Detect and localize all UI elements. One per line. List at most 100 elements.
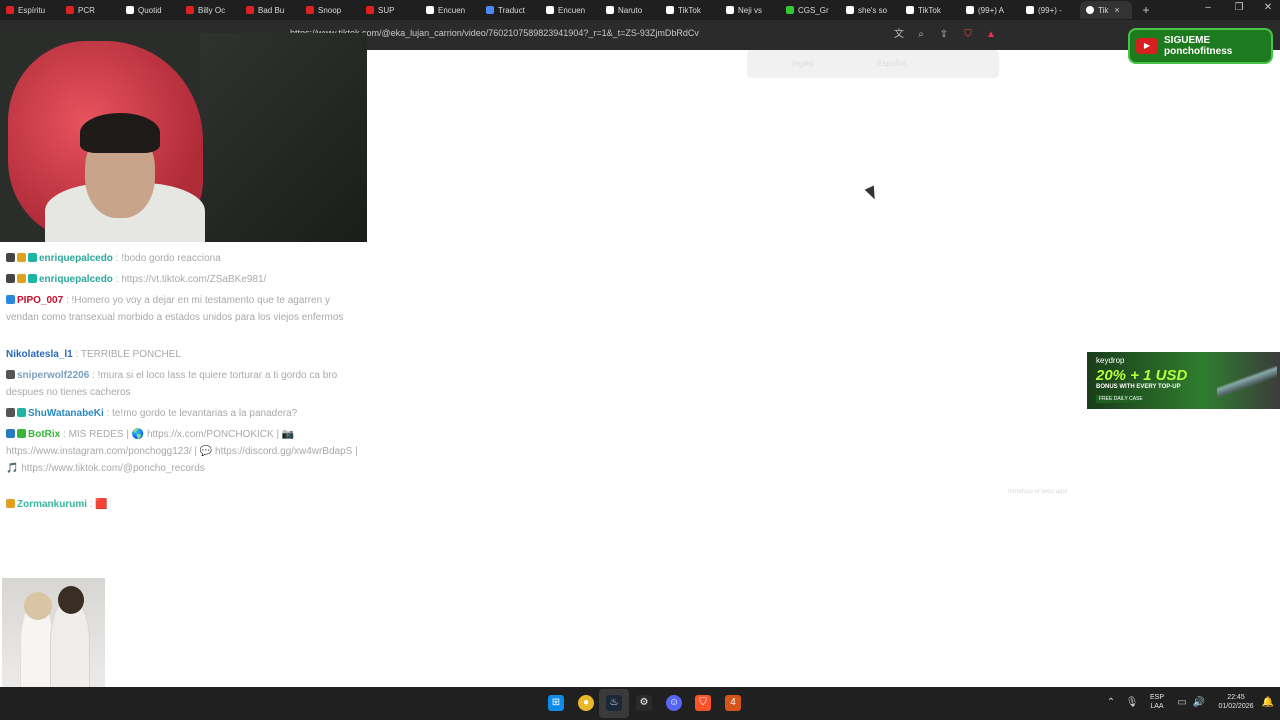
chat-badge-icon	[17, 253, 26, 262]
chat-username[interactable]: enriquepalcedo	[39, 253, 113, 264]
browser-tab-strip: Espíritu PCR Quotid Billy Oc Bad Bu Snoop SUP E…	[0, 0, 1280, 20]
tab-favicon-icon	[966, 6, 974, 14]
browser-tab[interactable]: Bad Bu	[240, 1, 300, 19]
person-left-head	[24, 592, 52, 620]
tab-favicon-icon	[846, 6, 854, 14]
clock-date: 01/02/2026	[1218, 703, 1254, 710]
tab-favicon-icon	[906, 6, 914, 14]
close-tab-icon[interactable]: ×	[1114, 5, 1119, 15]
minimize-button[interactable]: –	[1200, 2, 1216, 13]
ad-daily-case: FREE DAILY CASE	[1096, 395, 1146, 403]
network-icon[interactable]: ▭	[1174, 695, 1190, 711]
chrome-icon[interactable]: ●	[578, 695, 594, 711]
language-code: ESP	[1149, 694, 1164, 701]
discord-icon[interactable]: ☺	[666, 695, 682, 711]
chat-username[interactable]: BotRix	[28, 429, 60, 440]
restore-button[interactable]: ❐	[1231, 2, 1247, 13]
youtube-icon: ▶	[1136, 38, 1158, 54]
tab-label: Tik	[1098, 5, 1109, 15]
browser-tab[interactable]: Naruto	[600, 1, 660, 19]
windows-start-icon[interactable]: ⊞	[548, 695, 564, 711]
chat-badge-icon	[6, 429, 15, 438]
browser-tab[interactable]: Snoop	[300, 1, 360, 19]
target-language[interactable]: Español	[877, 59, 906, 68]
close-window-button[interactable]: ✕	[1260, 2, 1276, 13]
notification-icon[interactable]: 🔔	[1260, 695, 1276, 711]
steam-icon[interactable]: ♨	[606, 695, 622, 711]
chat-text: : !bodo gordo reacciona	[115, 253, 221, 264]
tab-label: Encuen	[438, 5, 466, 15]
chat-username[interactable]: ShuWatanabeKi	[28, 408, 104, 419]
browser-tab[interactable]: Neji vs	[720, 1, 780, 19]
chat-username[interactable]: enriquepalcedo	[39, 274, 113, 285]
chat-username[interactable]: Nikolatesla_l1	[6, 349, 73, 360]
chat-badge-icon	[6, 253, 15, 262]
tab-favicon-icon	[186, 6, 194, 14]
tray-chevron-icon[interactable]: ⌃	[1103, 695, 1119, 711]
browser-tab[interactable]: Encuen	[540, 1, 600, 19]
tab-label: TikTok	[678, 5, 701, 15]
zoom-icon[interactable]: ⌕	[915, 29, 927, 41]
browser-tab[interactable]: (99+) A	[960, 1, 1020, 19]
browser-tab[interactable]: PCR	[60, 1, 120, 19]
active-tab[interactable]: Tik ×	[1080, 1, 1132, 19]
new-tab-button[interactable]: +	[1138, 3, 1154, 17]
browser-tab[interactable]: Espíritu	[0, 1, 60, 19]
browser-tab[interactable]: SUP	[360, 1, 420, 19]
tab-label: Traduct	[498, 5, 525, 15]
browser-tab[interactable]: Traduct	[480, 1, 540, 19]
chat-badge-icon	[17, 274, 26, 283]
tab-label: she's so	[858, 5, 888, 15]
chat-message: PIPO_007 : !Homero yo voy a dejar en mi …	[6, 292, 362, 326]
streamer-hair	[80, 113, 160, 153]
tab-favicon-icon	[546, 6, 554, 14]
tab-favicon-icon	[66, 6, 74, 14]
translate-icon[interactable]: 文	[893, 29, 905, 41]
brave-rewards-icon[interactable]: ▲	[985, 29, 997, 41]
browser-tab[interactable]: TikTok	[660, 1, 720, 19]
microphone-icon[interactable]: 🎙	[1124, 695, 1140, 711]
ad-brand: keydrop	[1096, 356, 1125, 365]
taskbar: ⊞ ● ♨ ⚙ ☺ ⛉ 4 ⌃ 🎙 ESP LAA ▭ 🔊 22:45 01/0…	[0, 687, 1280, 720]
tab-favicon-icon	[486, 6, 494, 14]
chat-message: ShuWatanabeKi : te!mo gordo te levantari…	[6, 405, 362, 422]
screen: Espíritu PCR Quotid Billy Oc Bad Bu Snoop SUP E…	[0, 0, 1280, 720]
share-icon[interactable]: ⇪	[938, 29, 950, 41]
chat-username[interactable]: PIPO_007	[17, 295, 63, 306]
browser-tab[interactable]: Encuen	[420, 1, 480, 19]
tab-label: (99+) A	[978, 5, 1005, 15]
chat-badge-icon	[6, 370, 15, 379]
chat-message: BotRix : MIS REDES | 🌎 https://x.com/PON…	[6, 426, 362, 477]
tab-label: Naruto	[618, 5, 643, 15]
clock[interactable]: 22:45 01/02/2026	[1210, 693, 1262, 711]
chat-text: : https://vt.tiktok.com/ZSaBKe981/	[115, 274, 267, 285]
chat-message: enriquepalcedo : https://vt.tiktok.com/Z…	[6, 271, 362, 288]
volume-icon[interactable]: 🔊	[1191, 695, 1207, 711]
chat-username[interactable]: sniperwolf2206	[17, 370, 89, 381]
language-indicator[interactable]: ESP LAA	[1148, 693, 1166, 711]
browser-tab[interactable]: Billy Oc	[180, 1, 240, 19]
keydrop-ad-banner[interactable]: keydrop 20% + 1 USD BONUS WITH EVERY TOP…	[1087, 352, 1280, 409]
tab-label: PCR	[78, 5, 95, 15]
browser-tab[interactable]: TikTok	[900, 1, 960, 19]
browser-tab[interactable]: she's so	[840, 1, 900, 19]
person-right-head	[58, 586, 84, 614]
steam-alt-icon[interactable]: ⚙	[636, 695, 652, 711]
source-language[interactable]: Inglés	[792, 59, 813, 68]
tab-favicon-icon	[126, 6, 134, 14]
browser-tab[interactable]: (99+) -	[1020, 1, 1080, 19]
tab-favicon-icon	[726, 6, 734, 14]
follow-badge: ▶ SIGUEME ponchofitness	[1128, 28, 1273, 64]
chat-username[interactable]: Zormankurumi	[17, 499, 87, 510]
tab-favicon-icon	[426, 6, 434, 14]
chat-message: Zormankurumi : 🟥	[6, 496, 362, 513]
chat-badge-icon	[6, 274, 15, 283]
brave-icon[interactable]: ⛉	[695, 695, 711, 711]
tab-favicon-icon	[366, 6, 374, 14]
browser-tab[interactable]: CGS_Gr	[780, 1, 840, 19]
tab-favicon-icon	[6, 6, 14, 14]
ad-headline: 20% + 1 USD	[1096, 367, 1188, 384]
app-4-icon[interactable]: 4	[725, 695, 741, 711]
brave-shield-icon[interactable]: ⛉	[962, 29, 974, 41]
browser-tab[interactable]: Quotid	[120, 1, 180, 19]
